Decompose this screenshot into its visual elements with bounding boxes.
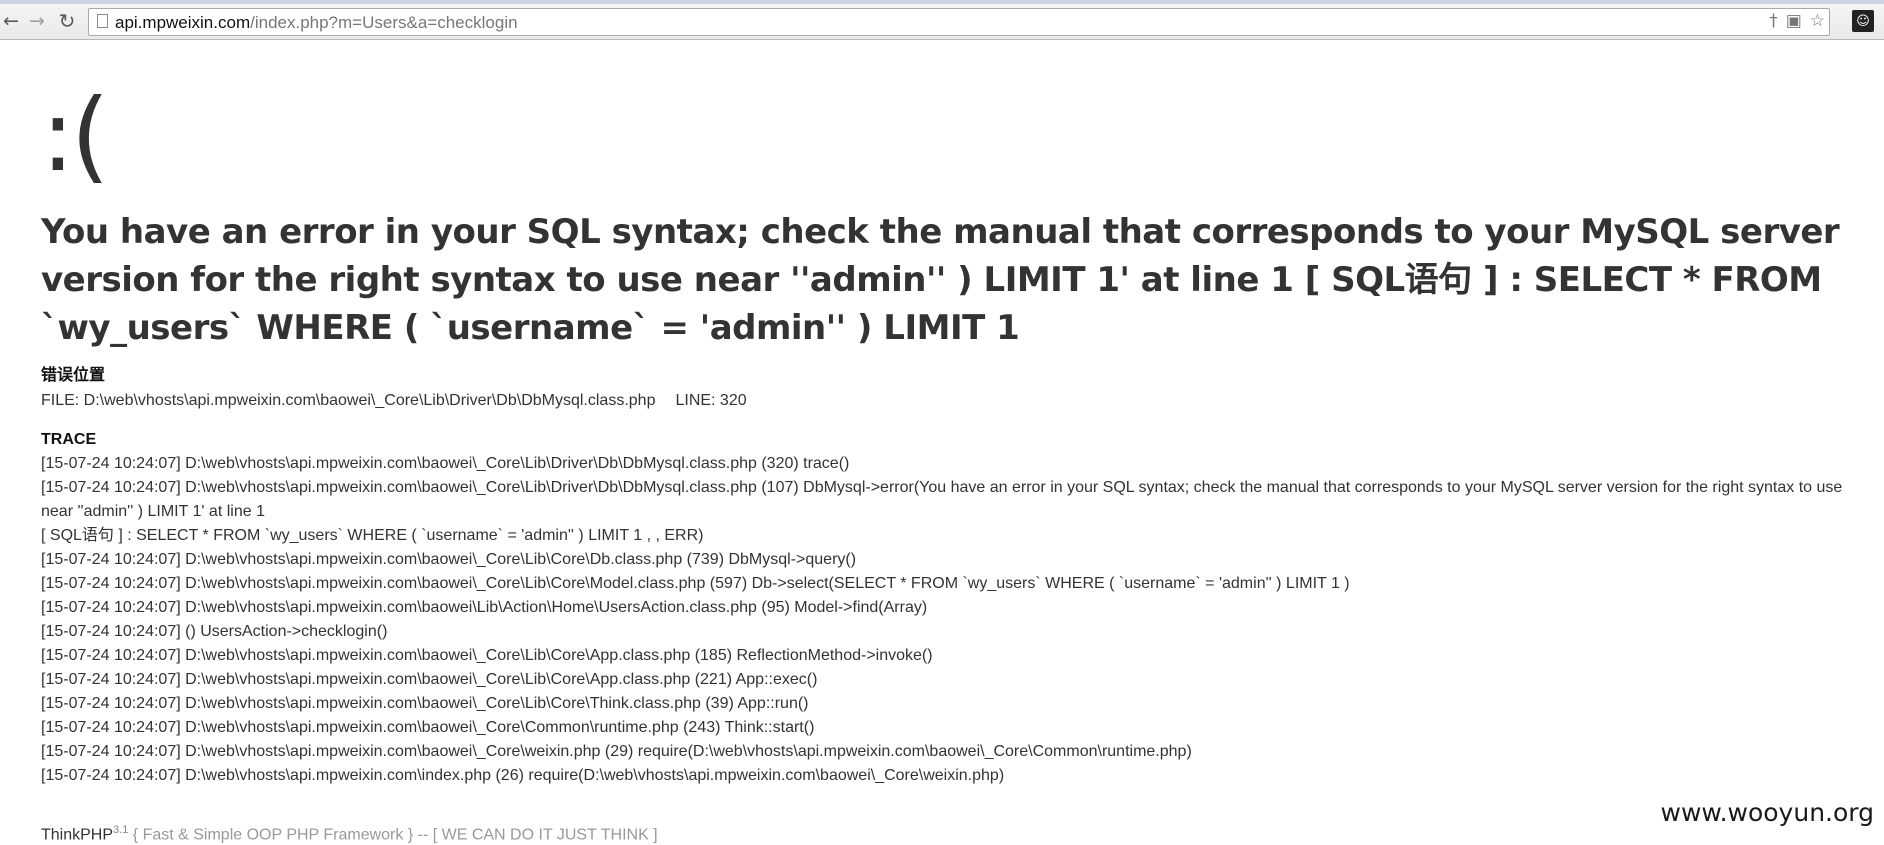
location-title: 错误位置 <box>41 367 106 384</box>
forward-arrow-icon[interactable]: → <box>26 10 48 32</box>
bookmark-star-icon[interactable]: ☆ <box>1810 11 1825 31</box>
trace-line: [15-07-24 10:24:07] D:\web\vhosts\api.mp… <box>41 575 1350 592</box>
trace-line: [15-07-24 10:24:07] D:\web\vhosts\api.mp… <box>41 671 818 688</box>
error-line: LINE: 320 <box>675 392 747 409</box>
omnibox-actions: † ▣ ☆ <box>1769 11 1825 31</box>
framework-version: 3.1 <box>113 824 129 836</box>
error-page: :( You have an error in your SQL syntax;… <box>41 40 1851 788</box>
trace-line: [15-07-24 10:24:07] D:\web\vhosts\api.mp… <box>41 479 1843 520</box>
trace-line: [15-07-24 10:24:07] () UsersAction->chec… <box>41 623 388 640</box>
extension-icon[interactable]: ☺ <box>1852 10 1874 32</box>
trace-line: [ SQL语句 ] : SELECT * FROM `wy_users` WHE… <box>41 527 704 544</box>
url-host: api.mpweixin.com <box>115 13 251 32</box>
trace-line: [15-07-24 10:24:07] D:\web\vhosts\api.mp… <box>41 743 1192 760</box>
error-message: You have an error in your SQL syntax; ch… <box>41 212 1840 348</box>
tab-strip <box>0 0 1884 4</box>
trace-line: [15-07-24 10:24:07] D:\web\vhosts\api.mp… <box>41 599 928 616</box>
trace-line: [15-07-24 10:24:07] D:\web\vhosts\api.mp… <box>41 455 850 472</box>
trace-line: [15-07-24 10:24:07] D:\web\vhosts\api.mp… <box>41 695 809 712</box>
back-arrow-icon[interactable]: ← <box>0 10 22 32</box>
browser-toolbar: ← → ↻ api.mpweixin.com/index.php?m=Users… <box>0 0 1884 40</box>
page-icon <box>97 14 108 28</box>
translate-icon[interactable]: ▣ <box>1786 11 1802 31</box>
trace-line: [15-07-24 10:24:07] D:\web\vhosts\api.mp… <box>41 767 1005 784</box>
address-bar[interactable]: api.mpweixin.com/index.php?m=Users&a=che… <box>88 8 1830 36</box>
framework-slogan: { Fast & Simple OOP PHP Framework } -- [… <box>128 826 658 844</box>
trace-line: [15-07-24 10:24:07] D:\web\vhosts\api.mp… <box>41 647 933 664</box>
url-text[interactable]: api.mpweixin.com/index.php?m=Users&a=che… <box>115 13 518 33</box>
trace-line: [15-07-24 10:24:07] D:\web\vhosts\api.mp… <box>41 719 815 736</box>
error-file: FILE: D:\web\vhosts\api.mpweixin.com\bao… <box>41 392 656 409</box>
watermark: www.wooyun.org <box>1660 798 1874 827</box>
url-path: /index.php?m=Users&a=checklogin <box>250 13 518 32</box>
trace-line: [15-07-24 10:24:07] D:\web\vhosts\api.mp… <box>41 551 857 568</box>
pin-icon[interactable]: † <box>1769 11 1778 31</box>
sad-face: :( <box>41 77 110 194</box>
trace-title: TRACE <box>41 431 97 448</box>
framework-footer: ThinkPHP3.1 { Fast & Simple OOP PHP Fram… <box>41 820 658 845</box>
error-location: FILE: D:\web\vhosts\api.mpweixin.com\bao… <box>41 390 1851 412</box>
reload-icon[interactable]: ↻ <box>56 9 78 33</box>
framework-link[interactable]: ThinkPHP <box>41 826 113 843</box>
trace-list: [15-07-24 10:24:07] D:\web\vhosts\api.mp… <box>41 452 1851 788</box>
